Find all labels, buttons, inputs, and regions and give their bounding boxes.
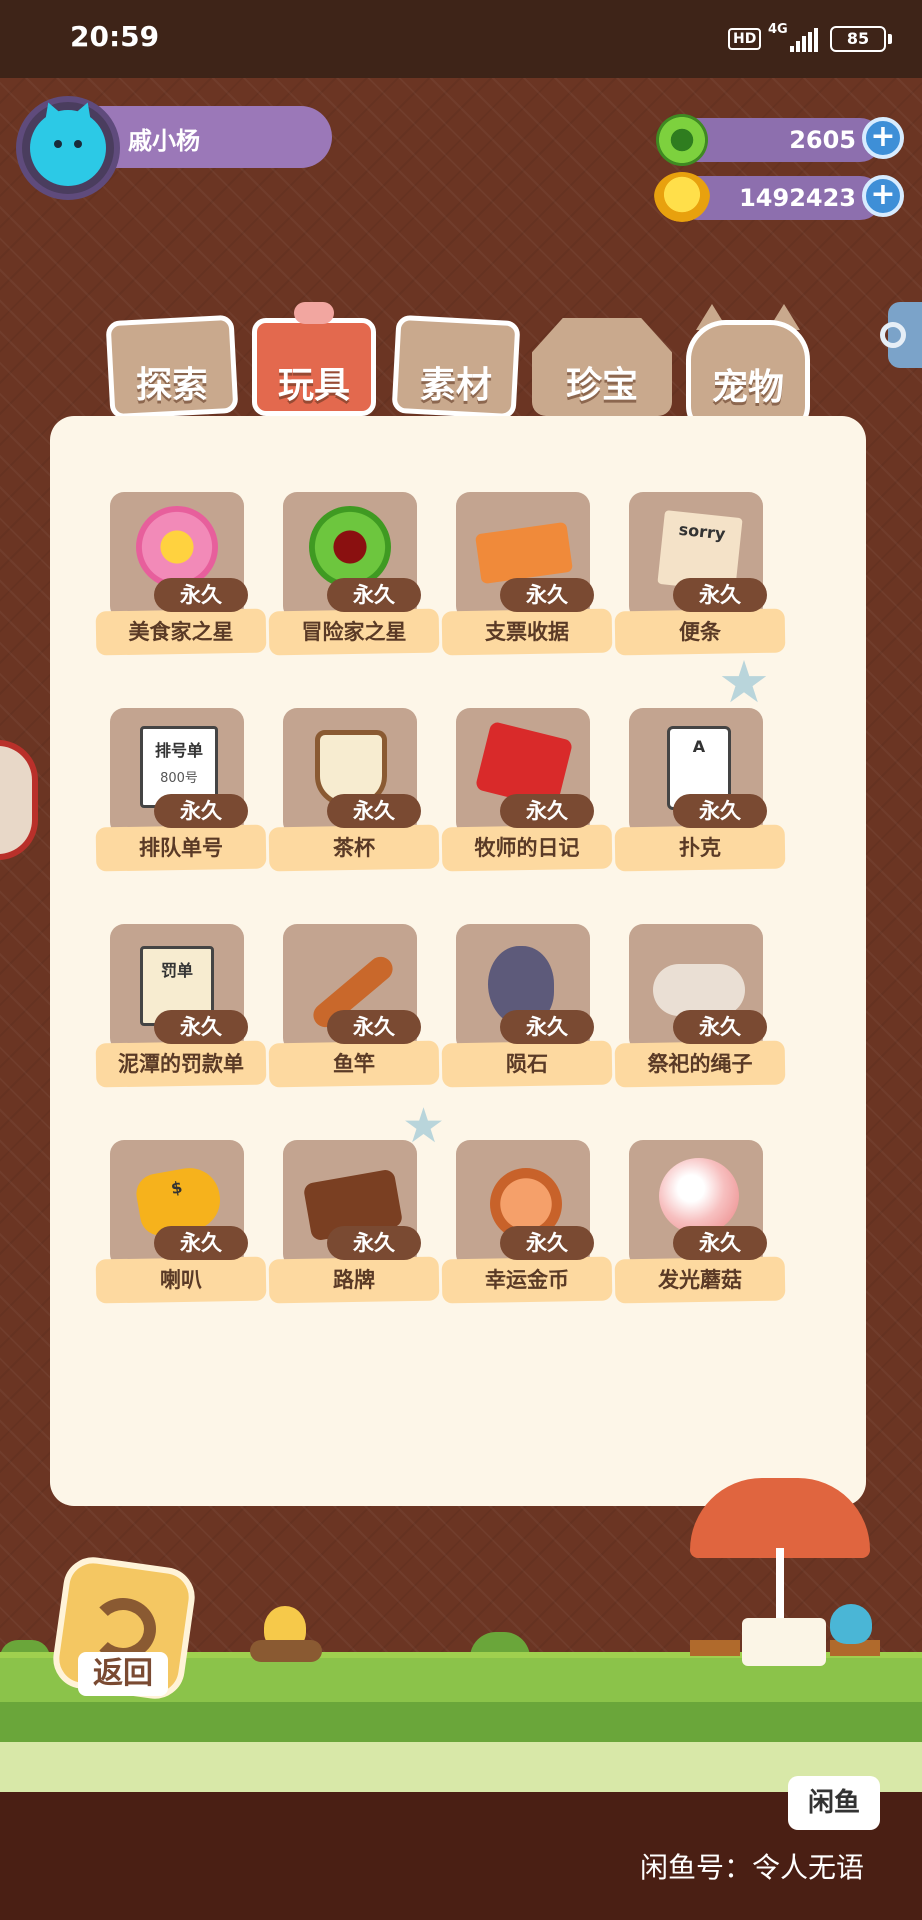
inventory-item[interactable]: $ 永久喇叭 (95, 1140, 268, 1308)
item-name: 支票收据 (485, 620, 569, 644)
permanent-badge: 永久 (500, 794, 594, 828)
item-name: 牧师的日记 (474, 836, 580, 860)
item-art-text: sorry (677, 519, 727, 544)
side-character-icon[interactable] (0, 740, 38, 860)
grass-band (0, 1702, 922, 1742)
glowing-mushroom-icon (659, 1158, 739, 1234)
permanent-badge: 永久 (500, 578, 594, 612)
battery-icon: 85 (830, 26, 886, 52)
inventory-item[interactable]: 永久幸运金币 (441, 1140, 614, 1308)
gem-count: 2605 (789, 126, 856, 154)
item-name: 美食家之星 (128, 620, 234, 644)
permanent-badge: 永久 (154, 1010, 248, 1044)
ritual-rope-icon (653, 964, 745, 1016)
signal-strength-icon (790, 28, 818, 52)
item-art-text: 排号单 (154, 741, 203, 760)
item-name: 排队单号 (139, 836, 223, 860)
item-name: 陨石 (506, 1052, 548, 1076)
bench-icon (690, 1640, 740, 1656)
permanent-badge: 永久 (673, 578, 767, 612)
battery-cap (888, 34, 892, 44)
side-handle-ring-icon (880, 322, 906, 348)
permanent-badge: 永久 (154, 794, 248, 828)
tab-explore[interactable]: 探索 (105, 314, 239, 420)
inventory-item[interactable]: 永久陨石 (441, 924, 614, 1092)
inventory-item[interactable]: 永久鱼竿 (268, 924, 441, 1092)
permanent-badge: 永久 (327, 1226, 421, 1260)
inventory-item[interactable]: 永久茶杯 (268, 708, 441, 876)
item-art-text: $ (169, 1177, 184, 1199)
coin-count: 1492423 (739, 184, 856, 212)
green-flower-star-icon (309, 506, 391, 588)
watermark-text: 闲鱼号：令人无语 (640, 1851, 865, 1884)
return-label[interactable]: 返回 (78, 1652, 168, 1696)
tab-toys[interactable]: 玩具 (252, 302, 376, 416)
item-name: 茶杯 (333, 836, 375, 860)
user-name: 戚小杨 (128, 127, 200, 155)
permanent-badge: 永久 (500, 1226, 594, 1260)
tab-treasure[interactable]: 珍宝 (532, 318, 672, 416)
inventory-item[interactable]: 永久路牌 (268, 1140, 441, 1308)
add-coins-button[interactable]: + (862, 175, 904, 217)
item-name: 发光蘑菇 (658, 1268, 742, 1292)
sleeping-slime-icon (830, 1604, 872, 1644)
hd-indicator: HD (728, 28, 762, 50)
item-art-text: 罚单 (160, 961, 193, 980)
item-name: 扑克 (679, 836, 721, 860)
permanent-badge: 永久 (154, 1226, 248, 1260)
pink-flower-star-icon (136, 506, 218, 588)
soil-band (0, 1742, 922, 1792)
inventory-item[interactable]: 罚单永久泥潭的罚款单 (95, 924, 268, 1092)
item-name: 冒险家之星 (301, 620, 407, 644)
return-arrow-icon (90, 1598, 156, 1660)
inventory-item[interactable]: sorry 永久便条 (614, 492, 787, 660)
inventory-item[interactable]: 永久发光蘑菇 (614, 1140, 787, 1308)
item-art-text: A (692, 737, 706, 756)
permanent-badge: 永久 (327, 578, 421, 612)
status-bar: 20:59 HD 4G 85 (0, 0, 922, 78)
item-name: 祭祀的绳子 (647, 1052, 753, 1076)
permanent-badge: 永久 (154, 578, 248, 612)
item-name: 泥潭的罚款单 (118, 1052, 244, 1076)
inventory-item[interactable]: 永久支票收据 (441, 492, 614, 660)
item-name: 幸运金币 (485, 1268, 569, 1292)
battery-level: 85 (846, 29, 870, 48)
xianyu-logo: 闲鱼 (788, 1776, 880, 1830)
permanent-badge: 永久 (673, 794, 767, 828)
tab-materials[interactable]: 素材 (391, 314, 521, 420)
ribbon-icon (294, 302, 334, 324)
inventory-item[interactable]: 永久冒险家之星 (268, 492, 441, 660)
permanent-badge: 永久 (327, 794, 421, 828)
permanent-badge: 永久 (673, 1226, 767, 1260)
coin-icon (654, 172, 710, 222)
item-name: 鱼竿 (333, 1052, 375, 1076)
status-time: 20:59 (70, 20, 160, 53)
cat-avatar-icon (30, 99, 106, 186)
network-type: 4G (768, 22, 788, 37)
nest-icon (250, 1640, 322, 1662)
inventory-item[interactable]: 永久牧师的日记 (441, 708, 614, 876)
add-gems-button[interactable]: + (862, 117, 904, 159)
inventory-item[interactable]: 永久美食家之星 (95, 492, 268, 660)
check-receipt-icon (474, 521, 574, 585)
inventory-item[interactable]: A 永久扑克 (614, 708, 787, 876)
table-icon (742, 1618, 826, 1666)
permanent-badge: 永久 (327, 1010, 421, 1044)
permanent-badge: 永久 (673, 1010, 767, 1044)
item-name: 喇叭 (160, 1268, 202, 1292)
item-name: 路牌 (333, 1268, 375, 1292)
permanent-badge: 永久 (500, 1010, 594, 1044)
item-art-text: 800号 (160, 771, 198, 786)
inventory-item[interactable]: 排号单 800号永久排队单号 (95, 708, 268, 876)
item-name: 便条 (679, 620, 721, 644)
inventory-item[interactable]: 永久祭祀的绳子 (614, 924, 787, 1092)
gem-icon (656, 114, 708, 166)
